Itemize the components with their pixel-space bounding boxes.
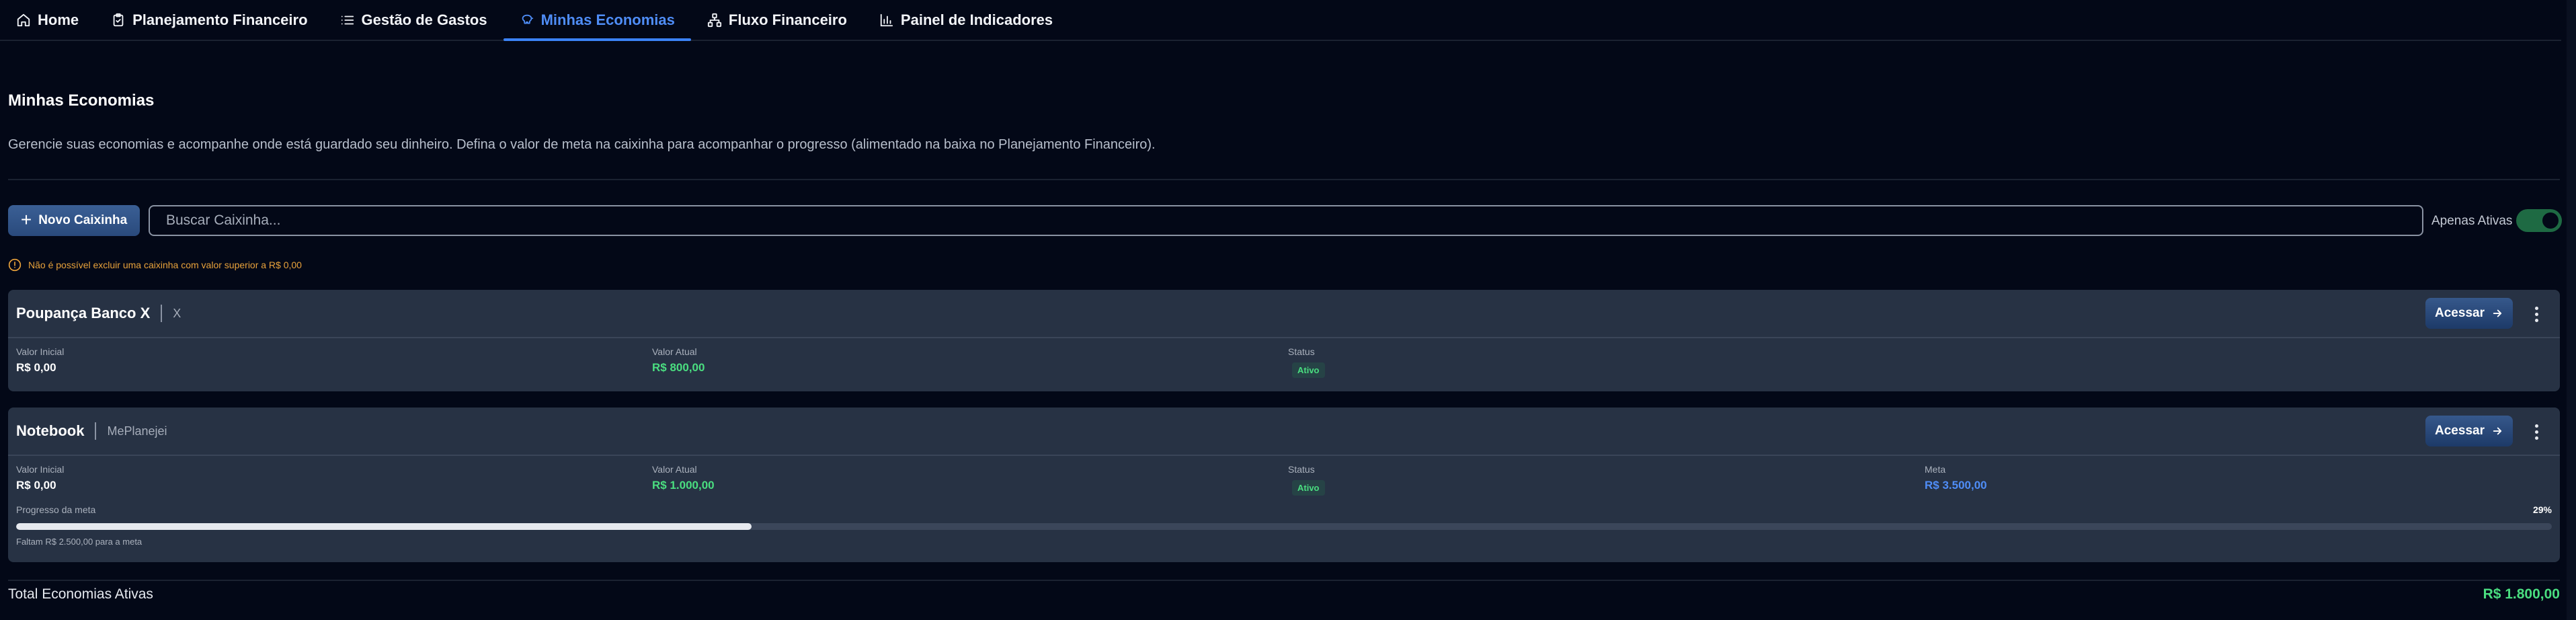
separator — [161, 305, 163, 322]
card-fields: Valor Inicial R$ 0,00 Valor Atual R$ 1.0… — [8, 456, 2560, 503]
divider — [8, 179, 2560, 180]
field-label: Valor Inicial — [16, 464, 65, 475]
bar-chart-icon — [880, 13, 893, 26]
goal-progress: Progresso da meta 29% Faltam R$ 2.500,00… — [8, 503, 2560, 561]
tab-label: Home — [38, 11, 79, 28]
progress-fill — [16, 523, 752, 530]
tab-label: Painel de Indicadores — [900, 11, 1053, 28]
savings-box-card: Poupança Banco X X Acessar Valor Inicial… — [8, 290, 2560, 391]
search-field[interactable] — [149, 205, 2423, 236]
new-box-button-label: Novo Caixinha — [38, 213, 128, 227]
plus-icon: + — [20, 208, 32, 230]
card-fields: Valor Inicial R$ 0,00 Valor Atual R$ 800… — [8, 338, 2560, 385]
more-options-button[interactable] — [2528, 422, 2545, 441]
initial-value: R$ 0,00 — [16, 479, 56, 492]
status-field: Status Ativo — [1288, 346, 1325, 378]
remaining-text: Faltam R$ 2.500,00 para a meta — [16, 537, 143, 547]
current-value-field: Valor Atual R$ 800,00 — [652, 346, 705, 375]
workflow-icon — [707, 13, 721, 27]
alert-circle-icon — [8, 258, 22, 272]
current-value: R$ 1.000,00 — [652, 479, 715, 492]
tab-label: Planejamento Financeiro — [132, 11, 308, 28]
tab-minhas-economias[interactable]: Minhas Economias — [503, 0, 692, 41]
current-value: R$ 800,00 — [652, 361, 705, 374]
page-scrollbar[interactable] — [2567, 0, 2576, 620]
total-value: R$ 1.800,00 — [2483, 586, 2560, 602]
more-vertical-icon — [2534, 424, 2538, 428]
initial-value-field: Valor Inicial R$ 0,00 — [16, 346, 64, 375]
list-icon — [341, 15, 354, 24]
separator — [95, 422, 97, 440]
tab-home[interactable]: Home — [9, 0, 95, 40]
active-only-label: Apenas Ativas — [2431, 214, 2513, 228]
current-value-field: Valor Atual R$ 1.000,00 — [652, 464, 715, 492]
access-button-label: Acessar — [2435, 424, 2485, 438]
box-name: Poupança Banco X — [16, 305, 151, 321]
tab-gestao-de-gastos[interactable]: Gestão de Gastos — [324, 0, 504, 40]
warning-text: Não é possível excluir uma caixinha com … — [28, 260, 302, 270]
footer-divider — [8, 580, 2560, 581]
page-description: Gerencie suas economias e acompanhe onde… — [8, 137, 1156, 152]
tab-label: Gestão de Gastos — [361, 11, 487, 28]
card-header: Poupança Banco X X Acessar — [8, 290, 2560, 338]
tab-fluxo-financeiro[interactable]: Fluxo Financeiro — [691, 0, 863, 40]
goal-value: R$ 3.500,00 — [1925, 479, 1987, 492]
field-label: Status — [1288, 346, 1315, 357]
new-box-button[interactable]: + Novo Caixinha — [8, 205, 140, 236]
field-label: Valor Atual — [652, 346, 697, 357]
more-vertical-icon — [2534, 306, 2538, 310]
tab-label: Fluxo Financeiro — [728, 11, 847, 28]
initial-value-field: Valor Inicial R$ 0,00 — [16, 464, 64, 492]
initial-value: R$ 0,00 — [16, 361, 56, 374]
box-bank: X — [173, 306, 182, 320]
field-label: Valor Atual — [652, 464, 697, 475]
clipboard-icon — [113, 13, 124, 26]
status-badge: Ativo — [1292, 480, 1325, 496]
card-header: Notebook MePlanejei Acessar — [8, 408, 2560, 456]
field-label: Meta — [1925, 464, 1946, 475]
box-bank: MePlanejei — [107, 424, 167, 438]
tab-planejamento-financeiro[interactable]: Planejamento Financeiro — [95, 0, 323, 40]
more-options-button[interactable] — [2528, 305, 2545, 323]
arrow-right-icon — [2493, 309, 2502, 317]
active-only-toggle[interactable] — [2516, 209, 2562, 232]
field-label: Status — [1288, 464, 1315, 475]
total-label: Total Economias Ativas — [8, 586, 153, 602]
status-badge: Ativo — [1292, 362, 1325, 378]
tab-painel-de-indicadores[interactable]: Painel de Indicadores — [863, 0, 1069, 40]
home-icon — [17, 13, 30, 26]
top-navigation: Home Planejamento Financeiro Gestão de G… — [0, 0, 2561, 41]
access-button-label: Acessar — [2435, 306, 2485, 320]
tab-label: Minhas Economias — [540, 11, 675, 28]
page-title: Minhas Economias — [8, 91, 155, 110]
piggy-bank-icon — [522, 14, 533, 24]
toggle-knob — [2542, 212, 2559, 229]
arrow-right-icon — [2493, 427, 2502, 435]
box-name: Notebook — [16, 422, 85, 439]
progress-track — [16, 523, 2552, 530]
progress-label: Progresso da meta — [16, 504, 96, 515]
access-button[interactable]: Acessar — [2425, 298, 2513, 329]
progress-percent: 29% — [2532, 504, 2552, 515]
goal-field: Meta R$ 3.500,00 — [1925, 464, 1987, 492]
delete-warning: Não é possível excluir uma caixinha com … — [8, 258, 302, 272]
savings-box-card: Notebook MePlanejei Acessar Valor Inicia… — [8, 408, 2560, 562]
status-field: Status Ativo — [1288, 464, 1325, 496]
access-button[interactable]: Acessar — [2425, 416, 2513, 447]
search-input[interactable] — [166, 212, 2422, 229]
field-label: Valor Inicial — [16, 346, 65, 357]
